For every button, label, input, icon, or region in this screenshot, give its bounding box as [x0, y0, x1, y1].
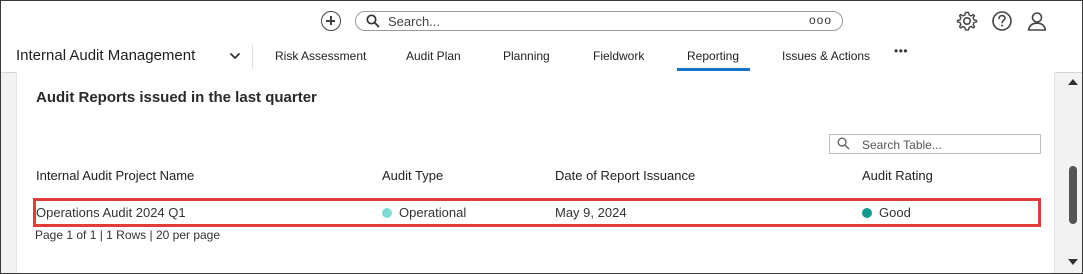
app-name[interactable]: Internal Audit Management — [16, 47, 195, 64]
search-icon — [366, 14, 380, 28]
cell-report-date: May 9, 2024 — [555, 205, 627, 220]
audit-rating-label: Good — [879, 205, 911, 220]
tab-fieldwork[interactable]: Fieldwork — [593, 49, 644, 63]
help-icon[interactable] — [991, 10, 1013, 32]
user-icon[interactable] — [1026, 10, 1048, 32]
tab-audit-plan[interactable]: Audit Plan — [406, 49, 461, 63]
app-window: Search... ooo Internal Audit Management … — [0, 0, 1083, 274]
search-placeholder: Search... — [388, 14, 441, 29]
scrollbar-thumb[interactable] — [1069, 166, 1077, 224]
report-title: Audit Reports issued in the last quarter — [36, 89, 317, 106]
audit-type-dot — [382, 208, 392, 218]
scroll-up-icon[interactable] — [1068, 79, 1078, 85]
audit-rating-dot — [862, 208, 872, 218]
search-icon — [837, 137, 850, 150]
chevron-down-icon[interactable] — [229, 50, 241, 62]
tab-reporting[interactable]: Reporting — [687, 49, 739, 63]
nav-divider — [252, 45, 253, 69]
pagination-info: Page 1 of 1 | 1 Rows | 20 per page — [35, 228, 221, 242]
scroll-down-icon[interactable] — [1068, 259, 1078, 265]
report-card: Audit Reports issued in the last quarter… — [16, 72, 1055, 273]
active-tab-indicator — [677, 68, 750, 71]
table-search-input[interactable]: Search Table... — [829, 134, 1041, 154]
search-options-icon[interactable]: ooo — [809, 13, 832, 27]
global-search-input[interactable]: Search... ooo — [355, 11, 843, 31]
column-header-audit-rating[interactable]: Audit Rating — [862, 168, 933, 183]
column-header-report-date[interactable]: Date of Report Issuance — [555, 168, 695, 183]
column-header-project-name[interactable]: Internal Audit Project Name — [36, 168, 194, 183]
tab-risk-assessment[interactable]: Risk Assessment — [275, 49, 366, 63]
cell-audit-rating: Good — [862, 205, 911, 220]
cell-project-name[interactable]: Operations Audit 2024 Q1 — [36, 205, 186, 220]
column-header-audit-type[interactable]: Audit Type — [382, 168, 443, 183]
more-tabs-icon[interactable]: ••• — [894, 44, 908, 58]
table-search-placeholder: Search Table... — [862, 138, 942, 152]
top-bar: Search... ooo — [1, 1, 1082, 41]
audit-type-label: Operational — [399, 205, 467, 220]
tab-planning[interactable]: Planning — [503, 49, 550, 63]
gear-icon[interactable] — [956, 10, 978, 32]
cell-audit-type: Operational — [382, 205, 466, 220]
add-icon[interactable] — [321, 11, 341, 31]
tab-issues-actions[interactable]: Issues & Actions — [782, 49, 870, 63]
nav-bar: Internal Audit Management Risk Assessmen… — [1, 41, 1082, 73]
